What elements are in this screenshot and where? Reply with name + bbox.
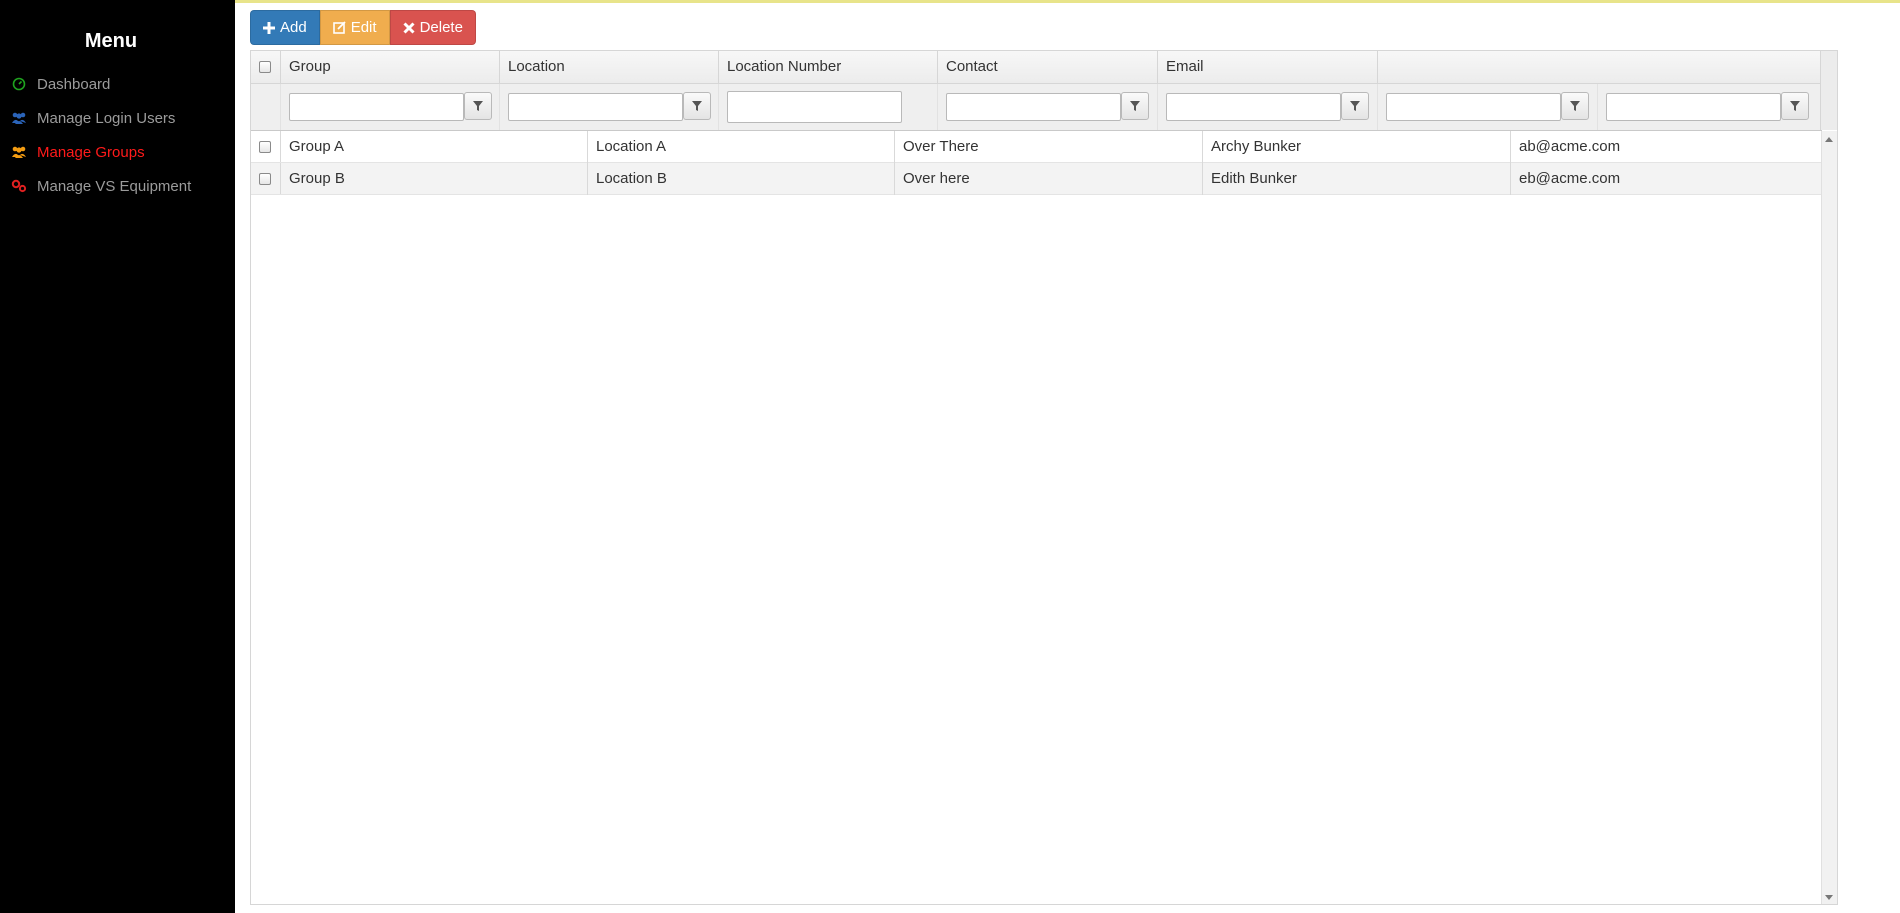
extra-filter-button[interactable] bbox=[1781, 92, 1809, 120]
row-select-cell bbox=[251, 163, 281, 194]
sidebar-item-manage-login-users[interactable]: Manage Login Users bbox=[10, 107, 175, 129]
delete-button[interactable]: Delete bbox=[389, 10, 476, 45]
toolbar: Add Edit Delete bbox=[250, 10, 476, 45]
header-scroll-filler bbox=[1820, 51, 1837, 130]
cell-contact: Archy Bunker bbox=[1203, 131, 1511, 163]
cell-location-number: Over here bbox=[895, 163, 1203, 195]
add-button-label: Add bbox=[280, 19, 307, 36]
plus-icon bbox=[263, 21, 275, 34]
filter-cell bbox=[1598, 84, 1822, 130]
filter-icon bbox=[1130, 101, 1140, 111]
column-header-email[interactable]: Email bbox=[1158, 51, 1378, 83]
vertical-scrollbar[interactable] bbox=[1821, 131, 1837, 904]
filter-icon bbox=[1570, 101, 1580, 111]
location-filter-button[interactable] bbox=[683, 92, 711, 120]
sidebar-item-label: Manage Groups bbox=[37, 143, 145, 161]
column-header-contact[interactable]: Contact bbox=[938, 51, 1158, 83]
cell-contact: Edith Bunker bbox=[1203, 163, 1511, 195]
filter-cell bbox=[251, 84, 281, 130]
filter-cell bbox=[1158, 84, 1378, 130]
cell-group: Group A bbox=[281, 131, 588, 163]
cell-group: Group B bbox=[281, 163, 588, 195]
group-filter-input[interactable] bbox=[289, 93, 464, 121]
email-filter-input[interactable] bbox=[1166, 93, 1341, 121]
filter-cell bbox=[500, 84, 719, 130]
select-all-checkbox[interactable] bbox=[259, 61, 271, 73]
email-filter-button[interactable] bbox=[1341, 92, 1369, 120]
sidebar-item-label: Dashboard bbox=[37, 75, 111, 93]
sidebar-item-label: Manage VS Equipment bbox=[37, 177, 192, 195]
add-button[interactable]: Add bbox=[250, 10, 320, 45]
cell-email: eb@acme.com bbox=[1519, 170, 1621, 187]
grid-filter-row bbox=[251, 84, 1822, 131]
filter-cell bbox=[281, 84, 500, 130]
row-checkbox[interactable] bbox=[259, 141, 271, 153]
cell-location: Location A bbox=[588, 131, 895, 163]
groups-grid: Group Location Location Number Contact E… bbox=[250, 50, 1838, 905]
filter-cell bbox=[1378, 84, 1598, 130]
filter-icon bbox=[1350, 101, 1360, 111]
location-filter-input[interactable] bbox=[508, 93, 683, 121]
column-header-group[interactable]: Group bbox=[281, 51, 500, 83]
sidebar-item-label: Manage Login Users bbox=[37, 109, 176, 127]
cell-location-number: Over There bbox=[895, 131, 1203, 163]
filter-cell bbox=[938, 84, 1158, 130]
equipment-icon bbox=[10, 177, 28, 195]
grid-header-row: Group Location Location Number Contact E… bbox=[251, 51, 1822, 84]
cell-location: Location B bbox=[588, 163, 895, 195]
row-select-cell bbox=[251, 131, 281, 162]
column-header-location[interactable]: Location bbox=[500, 51, 719, 83]
contact-filter-button[interactable] bbox=[1121, 92, 1149, 120]
sidebar-item-dashboard[interactable]: Dashboard bbox=[10, 73, 110, 95]
filter-icon bbox=[692, 101, 702, 111]
users-icon bbox=[10, 109, 28, 127]
scroll-down-icon[interactable] bbox=[1825, 895, 1833, 900]
contact-filter-input[interactable] bbox=[946, 93, 1121, 121]
edit-icon bbox=[332, 21, 346, 34]
location-number-filter-input[interactable] bbox=[727, 91, 902, 123]
extra-filter-input[interactable] bbox=[1386, 93, 1561, 121]
main-content: Add Edit Delete Group Location Location … bbox=[235, 0, 1900, 913]
filter-icon bbox=[1790, 101, 1800, 111]
menu-title: Menu bbox=[84, 30, 138, 52]
filter-icon bbox=[473, 101, 483, 111]
filter-cell bbox=[719, 84, 938, 130]
edit-button-label: Edit bbox=[350, 19, 377, 36]
cell-email: ab@acme.com bbox=[1519, 138, 1621, 155]
column-header-location-number[interactable]: Location Number bbox=[719, 51, 938, 83]
groups-icon bbox=[10, 143, 28, 161]
edit-button[interactable]: Edit bbox=[319, 10, 390, 45]
scroll-up-icon[interactable] bbox=[1825, 137, 1833, 142]
table-row[interactable]: Group B Location B Over here Edith Bunke… bbox=[251, 163, 1822, 195]
dashboard-icon bbox=[10, 75, 28, 93]
header-select-all-cell bbox=[251, 51, 281, 83]
group-filter-button[interactable] bbox=[464, 92, 492, 120]
extra-filter-input[interactable] bbox=[1606, 93, 1781, 121]
row-checkbox[interactable] bbox=[259, 173, 271, 185]
sidebar-item-manage-vs-equipment[interactable]: Manage VS Equipment bbox=[10, 175, 191, 197]
delete-button-label: Delete bbox=[419, 19, 463, 36]
extra-filter-button[interactable] bbox=[1561, 92, 1589, 120]
close-icon bbox=[403, 21, 415, 34]
sidebar-item-manage-groups[interactable]: Manage Groups bbox=[10, 141, 145, 163]
table-row[interactable]: Group A Location A Over There Archy Bunk… bbox=[251, 131, 1822, 163]
sidebar: Menu Dashboard Manage Login Users Manage… bbox=[0, 0, 235, 913]
